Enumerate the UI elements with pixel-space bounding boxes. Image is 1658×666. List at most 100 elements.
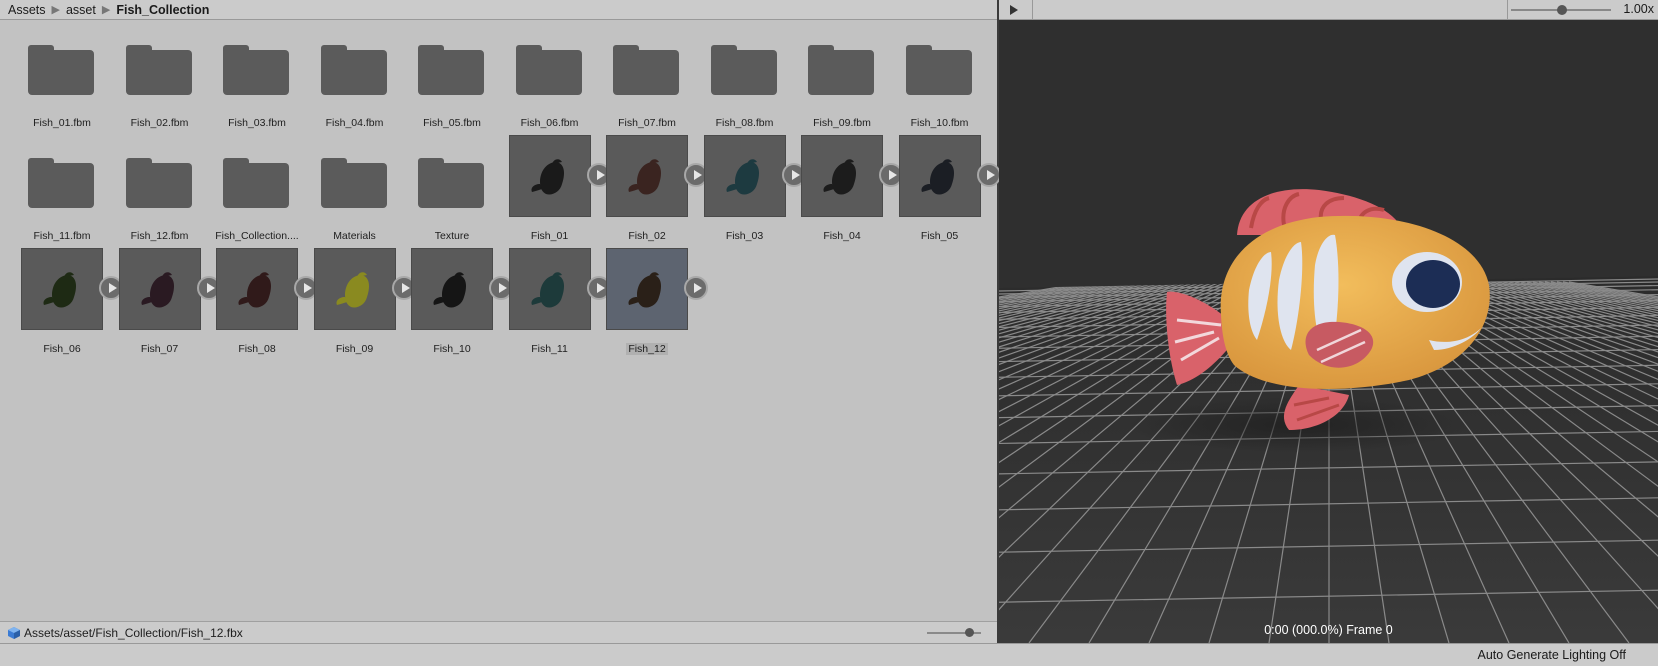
breadcrumb: Assets ▶ asset ▶ Fish_Collection: [0, 0, 997, 20]
folder-item[interactable]: Fish_01.fbm: [14, 21, 110, 133]
breadcrumb-assets[interactable]: Assets: [8, 3, 46, 17]
play-button[interactable]: [999, 0, 1033, 19]
status-bar: Assets/asset/Fish_Collection/Fish_12.fbx: [0, 621, 997, 643]
fish-thumbnail-icon: [725, 159, 759, 195]
model-file-icon: [8, 626, 20, 639]
model-item[interactable]: Fish_03: [697, 134, 806, 246]
model-thumbnail: [411, 248, 493, 330]
asset-label: Fish_02: [628, 230, 666, 242]
asset-label: Fish_02.fbm: [130, 117, 189, 129]
folder-icon: [223, 45, 289, 95]
folder-icon: [320, 45, 387, 95]
folder-icon: [320, 158, 387, 208]
playback-speed-value: 1.00x: [1623, 2, 1654, 16]
model-thumbnail: [898, 135, 981, 217]
model-thumbnail: [508, 248, 591, 330]
folder-item[interactable]: Texture: [404, 134, 500, 246]
fish-thumbnail-icon: [530, 272, 564, 308]
folder-icon: [418, 45, 484, 95]
model-thumbnail: [118, 248, 201, 330]
fish-thumbnail-icon: [238, 272, 271, 308]
folder-item[interactable]: Fish_05.fbm: [404, 21, 500, 133]
model-item[interactable]: Fish_04: [794, 134, 903, 246]
folder-item[interactable]: Fish_09.fbm: [794, 21, 890, 133]
folder-icon: [28, 45, 94, 95]
fish-thumbnail-icon: [335, 272, 369, 308]
model-preview-viewport[interactable]: [999, 20, 1658, 643]
editor-status-bar: Auto Generate Lighting Off: [0, 643, 1658, 666]
folder-item[interactable]: Fish_Collection....: [209, 134, 305, 246]
folder-icon: [515, 45, 582, 95]
project-panel: Assets ▶ asset ▶ Fish_Collection Fish_01…: [0, 0, 1001, 643]
asset-label: Fish_01.fbm: [33, 117, 91, 129]
asset-label: Fish_11: [531, 343, 568, 355]
play-icon[interactable]: [976, 163, 1001, 187]
folder-item[interactable]: Fish_12.fbm: [112, 134, 208, 246]
fish-thumbnail-icon: [433, 272, 466, 308]
folder-icon: [418, 158, 484, 208]
model-thumbnail: [508, 135, 591, 217]
play-icon[interactable]: [684, 276, 708, 300]
model-item[interactable]: Fish_07: [112, 247, 221, 359]
breadcrumb-fish-collection[interactable]: Fish_Collection: [116, 3, 209, 17]
preview-panel: 1.00x 0:00 (000.0%) Frame 0: [999, 0, 1658, 643]
model-item[interactable]: Fish_01: [502, 134, 611, 246]
asset-label: Fish_Collection....: [215, 230, 299, 242]
folder-icon: [223, 158, 289, 208]
asset-label: Fish_10.fbm: [910, 117, 969, 129]
asset-label: Texture: [434, 230, 470, 242]
asset-label: Materials: [333, 230, 376, 242]
model-thumbnail: [703, 135, 786, 217]
icon-size-slider[interactable]: [927, 628, 981, 637]
fish-thumbnail-icon: [823, 159, 856, 195]
asset-label: Fish_05.fbm: [423, 117, 481, 129]
breadcrumb-asset[interactable]: asset: [66, 3, 96, 17]
preview-toolbar: 1.00x: [999, 0, 1658, 20]
folder-icon: [125, 158, 192, 208]
folder-item[interactable]: Fish_06.fbm: [502, 21, 598, 133]
selected-asset-path: Assets/asset/Fish_Collection/Fish_12.fbx: [24, 625, 243, 640]
asset-grid: Fish_01.fbm Fish_02.fbm Fish_03.fbm Fish_04…: [0, 21, 1001, 621]
lighting-status[interactable]: Auto Generate Lighting Off: [1478, 648, 1626, 662]
asset-label: Fish_03.fbm: [228, 117, 286, 129]
folder-icon: [613, 45, 679, 95]
folder-item[interactable]: Fish_07.fbm: [599, 21, 695, 133]
folder-icon: [808, 45, 874, 95]
chevron-right-icon: ▶: [101, 4, 111, 16]
model-item[interactable]: Fish_09: [307, 247, 416, 359]
asset-label: Fish_07: [140, 343, 179, 355]
model-item[interactable]: Fish_11: [502, 247, 611, 359]
model-item[interactable]: Fish_06: [14, 247, 123, 359]
asset-label: Fish_12.fbm: [130, 230, 189, 242]
folder-item[interactable]: Fish_11.fbm: [14, 134, 110, 246]
asset-label: Fish_06: [43, 343, 81, 355]
model-item[interactable]: Fish_10: [404, 247, 513, 359]
model-item[interactable]: Fish_05: [892, 134, 1001, 246]
model-item[interactable]: Fish_08: [209, 247, 318, 359]
folder-item[interactable]: Fish_04.fbm: [307, 21, 403, 133]
folder-item[interactable]: Fish_02.fbm: [112, 21, 208, 133]
model-item[interactable]: Fish_12: [599, 247, 708, 359]
fish-thumbnail-icon: [920, 159, 954, 195]
folder-icon: [28, 158, 94, 208]
slider-handle[interactable]: [1557, 5, 1567, 15]
folder-item[interactable]: Fish_08.fbm: [697, 21, 793, 133]
playback-speed-slider[interactable]: [1511, 5, 1611, 15]
asset-label: Fish_04.fbm: [325, 117, 384, 129]
asset-label: Fish_08.fbm: [715, 117, 774, 129]
model-item[interactable]: Fish_02: [599, 134, 708, 246]
folder-item[interactable]: Fish_03.fbm: [209, 21, 305, 133]
asset-label: Fish_01: [530, 230, 569, 242]
model-thumbnail: [216, 248, 298, 330]
fish-thumbnail-icon: [140, 272, 174, 308]
slider-handle[interactable]: [965, 628, 974, 637]
asset-label: Fish_11.fbm: [33, 230, 91, 242]
folder-item[interactable]: Materials: [307, 134, 403, 246]
model-thumbnail: [801, 135, 883, 217]
fish-thumbnail-icon: [628, 272, 661, 308]
model-thumbnail: [606, 135, 688, 217]
folder-item[interactable]: Fish_10.fbm: [892, 21, 988, 133]
model-thumbnail: [21, 248, 103, 330]
asset-label: Fish_10: [433, 343, 471, 355]
asset-label: Fish_07.fbm: [618, 117, 676, 129]
